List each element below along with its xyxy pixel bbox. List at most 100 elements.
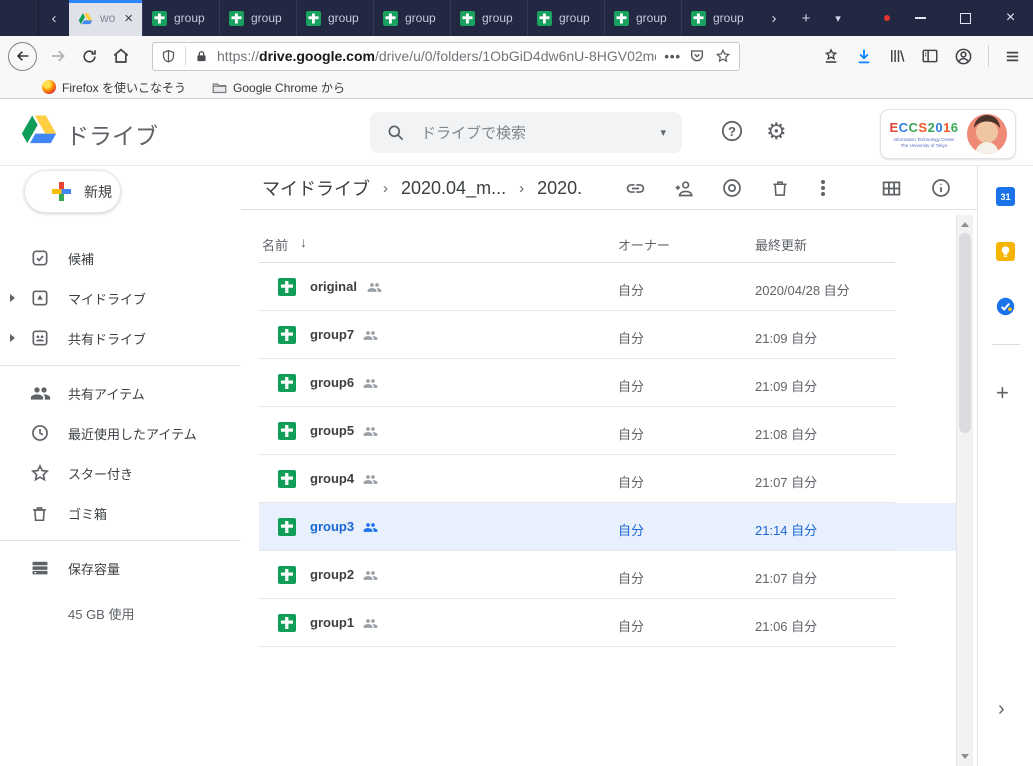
file-name: group4 — [310, 471, 354, 486]
url-bar[interactable]: https://drive.google.com/drive/u/0/folde… — [152, 42, 740, 71]
reload-button[interactable] — [81, 48, 98, 65]
tab-group-7[interactable]: group — [604, 0, 681, 36]
shared-people-icon — [363, 520, 378, 535]
settings-gear-icon[interactable]: ⚙ — [766, 120, 787, 143]
forward-button[interactable] — [49, 47, 67, 65]
file-row-group7[interactable]: group7 自分 21:09 自分 — [259, 311, 956, 359]
bookmarks-bar: Firefox を使いこなそう Google Chrome から — [0, 76, 1033, 99]
expand-arrow-icon[interactable] — [10, 334, 15, 342]
downloads-icon[interactable] — [855, 47, 873, 65]
new-button[interactable]: 新規 — [24, 170, 121, 213]
pocket-icon[interactable] — [689, 48, 705, 64]
file-row-group1[interactable]: group1 自分 21:06 自分 — [259, 599, 956, 647]
column-header-name[interactable]: 名前 — [262, 235, 288, 254]
info-icon[interactable] — [930, 177, 952, 199]
minimize-button[interactable] — [898, 0, 943, 36]
preview-eye-icon[interactable] — [721, 177, 743, 199]
sidebar-item-priority[interactable]: 候補 — [0, 238, 241, 278]
close-button[interactable]: × — [988, 0, 1033, 36]
sidebar-toggle-icon[interactable] — [921, 47, 939, 65]
maximize-button[interactable] — [943, 0, 988, 36]
more-actions-icon[interactable] — [817, 186, 829, 190]
file-row-group6[interactable]: group6 自分 21:09 自分 — [259, 359, 956, 407]
share-person-add-icon[interactable] — [673, 178, 694, 199]
tab-scroll-left-button[interactable]: ‹ — [39, 0, 69, 36]
account-icon[interactable] — [954, 47, 973, 66]
file-name: group7 — [310, 327, 354, 342]
people-icon — [30, 383, 51, 404]
google-keep-icon[interactable] — [996, 242, 1015, 261]
tab-group-1[interactable]: group — [142, 0, 219, 36]
grid-view-icon[interactable] — [881, 178, 902, 199]
bookmark-star-icon[interactable] — [715, 48, 731, 64]
sidebar-item-shared-drives[interactable]: 共有ドライブ — [0, 318, 241, 358]
get-link-icon[interactable] — [625, 178, 646, 199]
tab-group-5[interactable]: group — [450, 0, 527, 36]
tab-active-drive[interactable]: wo × — [69, 0, 142, 36]
page-actions-icon[interactable]: ••• — [664, 49, 681, 64]
file-row-group2[interactable]: group2 自分 21:07 自分 — [259, 551, 956, 599]
lock-icon[interactable] — [195, 49, 208, 64]
expand-arrow-icon[interactable] — [10, 294, 15, 302]
account-badge[interactable]: ECCS2016 Information Technology Center T… — [880, 109, 1016, 159]
delete-trash-icon[interactable] — [770, 178, 790, 198]
get-add-ons-plus-icon[interactable]: + — [996, 382, 1009, 404]
sidebar-item-starred[interactable]: スター付き — [0, 453, 241, 493]
chevron-right-icon: › — [383, 180, 388, 197]
sort-descending-icon[interactable]: ↓ — [300, 234, 307, 250]
list-all-tabs-button[interactable]: ▾ — [822, 0, 854, 36]
file-modified: 21:14 自分 — [755, 520, 817, 539]
tab-scroll-right-button[interactable]: › — [758, 0, 790, 36]
vertical-scrollbar[interactable] — [956, 215, 973, 766]
tab-group-3[interactable]: group — [296, 0, 373, 36]
file-row-group5[interactable]: group5 自分 21:08 自分 — [259, 407, 956, 455]
breadcrumb-my-drive[interactable]: マイドライブ — [262, 175, 370, 201]
file-row-original[interactable]: original 自分 2020/04/28 自分 — [259, 263, 956, 311]
bookmark-firefox-tips[interactable]: Firefox を使いこなそう — [42, 79, 186, 96]
bookmark-folder-chrome[interactable]: Google Chrome から — [212, 79, 345, 96]
tab-group-4[interactable]: group — [373, 0, 450, 36]
scrollbar-thumb[interactable] — [959, 233, 971, 433]
file-owner: 自分 — [618, 280, 644, 299]
tab-group-2[interactable]: group — [219, 0, 296, 36]
menu-hamburger-icon[interactable] — [1004, 48, 1021, 65]
library-icon[interactable] — [888, 47, 906, 65]
tab-group-6[interactable]: group — [527, 0, 604, 36]
google-calendar-icon[interactable]: 31 — [996, 187, 1015, 206]
sidebar-item-label: 候補 — [68, 249, 94, 268]
scroll-up-arrow-icon[interactable] — [961, 222, 969, 227]
file-row-group4[interactable]: group4 自分 21:07 自分 — [259, 455, 956, 503]
sheets-icon — [229, 11, 244, 26]
avatar[interactable] — [967, 114, 1007, 154]
file-modified: 21:09 自分 — [755, 328, 817, 347]
sidebar-item-trash[interactable]: ゴミ箱 — [0, 493, 241, 533]
breadcrumb-current[interactable]: 2020. — [537, 178, 582, 199]
file-modified: 21:09 自分 — [755, 376, 817, 395]
sidebar-item-my-drive[interactable]: マイドライブ — [0, 278, 241, 318]
column-header-modified[interactable]: 最終更新 — [755, 235, 807, 254]
tracking-shield-icon[interactable] — [161, 48, 176, 65]
sidebar-item-storage[interactable]: 保存容量 — [0, 548, 241, 588]
google-tasks-icon[interactable] — [996, 297, 1015, 316]
tab-close-icon[interactable]: × — [124, 11, 133, 26]
star-addon-icon[interactable] — [822, 47, 840, 65]
breadcrumb-folder[interactable]: 2020.04_m... — [401, 178, 506, 199]
search-options-caret-icon[interactable]: ▾ — [660, 126, 666, 139]
chevron-left-icon: ‹ — [52, 10, 57, 27]
search-icon[interactable] — [386, 123, 405, 142]
drive-logo[interactable] — [20, 113, 58, 148]
home-button[interactable] — [112, 47, 130, 65]
tab-group-8[interactable]: group — [681, 0, 758, 36]
column-header-owner[interactable]: オーナー — [618, 235, 670, 254]
file-row-group3-selected[interactable]: group3 自分 21:14 自分 — [259, 503, 956, 551]
url-text[interactable]: https://drive.google.com/drive/u/0/folde… — [217, 48, 656, 64]
drive-product-name[interactable]: ドライブ — [66, 117, 158, 151]
help-button[interactable]: ? — [720, 119, 744, 143]
search-box[interactable]: ドライブで検索 ▾ — [370, 112, 682, 153]
sidebar-item-recent[interactable]: 最近使用したアイテム — [0, 413, 241, 453]
back-button[interactable] — [8, 42, 37, 71]
sidebar-item-shared-with-me[interactable]: 共有アイテム — [0, 373, 241, 413]
hide-panel-chevron-icon[interactable]: › — [998, 699, 1005, 719]
new-tab-button[interactable]: + — [790, 0, 822, 36]
scroll-down-arrow-icon[interactable] — [961, 754, 969, 759]
